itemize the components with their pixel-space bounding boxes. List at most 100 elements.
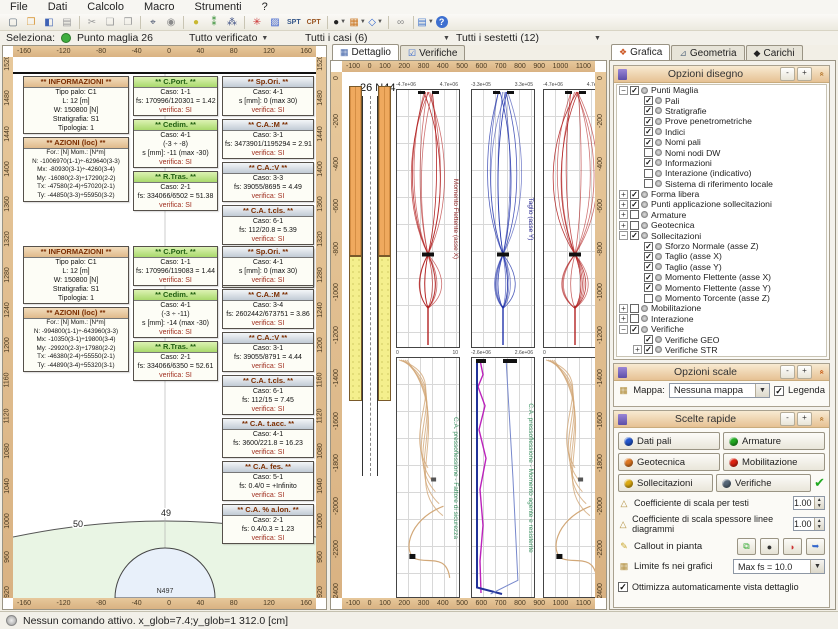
cases-filter-dropdown[interactable]: Tutti i casi (6)▼: [305, 32, 450, 44]
tab-carichi[interactable]: ◆Carichi: [746, 45, 803, 60]
coeff-line-spinner[interactable]: 1.00 ▲▼: [793, 517, 825, 531]
tree-checkbox[interactable]: [644, 179, 653, 188]
tree-checkbox[interactable]: ✓: [630, 190, 639, 199]
section-collapse-button[interactable]: «: [815, 413, 827, 426]
tree-item[interactable]: +✓Verifiche STR: [617, 345, 826, 355]
tree-item[interactable]: +Mobilitazione: [617, 303, 826, 313]
tree-checkbox[interactable]: [630, 304, 639, 313]
tree-item[interactable]: ✓Pali: [617, 95, 826, 105]
callout-option-3-button[interactable]: ◗: [783, 538, 802, 555]
help-icon[interactable]: ?: [436, 16, 448, 28]
tree-expander[interactable]: −: [619, 325, 628, 334]
tree-item[interactable]: ✓Verifiche GEO: [617, 334, 826, 344]
tree-expander[interactable]: +: [619, 190, 628, 199]
tree-expander[interactable]: +: [633, 345, 642, 354]
tree-item[interactable]: +Geotecnica: [617, 220, 826, 230]
tree-item[interactable]: Sistema di riferimento locale: [617, 179, 826, 189]
network-icon[interactable]: ✳: [249, 15, 265, 30]
menu-help[interactable]: ?: [260, 1, 270, 13]
tree-checkbox[interactable]: ✓: [644, 127, 653, 136]
quick-geotecnica-button[interactable]: Geotecnica: [618, 453, 720, 471]
callout-option-1-button[interactable]: ⧉: [737, 538, 756, 555]
image-icon[interactable]: ▨: [267, 15, 283, 30]
tree-checkbox[interactable]: ✓: [644, 262, 653, 271]
optimize-checkbox[interactable]: ✓: [618, 582, 628, 592]
menu-strumenti[interactable]: Strumenti: [193, 1, 244, 13]
quick-armature-button[interactable]: Armature: [723, 432, 825, 450]
tree-checkbox[interactable]: ✓: [644, 158, 653, 167]
nodes-menu-icon[interactable]: ◇▼: [368, 15, 384, 30]
tree-item[interactable]: ✓Stratigrafie: [617, 106, 826, 116]
tree-item[interactable]: ✓Sforzo Normale (asse Z): [617, 241, 826, 251]
spt-button[interactable]: SPT: [285, 15, 303, 30]
tree-checkbox[interactable]: ✓: [630, 200, 639, 209]
callout-option-2-button[interactable]: ●: [760, 538, 779, 555]
tree-item[interactable]: ✓Indici: [617, 127, 826, 137]
copy-icon[interactable]: ❏: [102, 15, 118, 30]
menu-macro[interactable]: Macro: [142, 1, 177, 13]
tree-expander[interactable]: +: [619, 210, 628, 219]
section-grow-button[interactable]: +: [797, 412, 812, 426]
tree-checkbox[interactable]: ✓: [644, 283, 653, 292]
section-collapse-button[interactable]: «: [815, 366, 827, 379]
save-icon[interactable]: ◧: [41, 15, 57, 30]
section-grow-button[interactable]: +: [797, 365, 812, 379]
fs-limit-select[interactable]: Max fs = 10.0▼: [733, 559, 825, 574]
tree-item[interactable]: +✓Punti applicazione sollecitazioni: [617, 199, 826, 209]
tree-item[interactable]: −✓Verifiche: [617, 324, 826, 334]
plan-view-canvas[interactable]: 504948N497 ** INFORMAZIONI **Tipo palo: …: [13, 57, 316, 598]
section-shrink-button[interactable]: -: [780, 365, 795, 379]
verified-filter-dropdown[interactable]: Tutto verificato▼: [189, 32, 299, 44]
tree-checkbox[interactable]: ✓: [644, 335, 653, 344]
tree-item[interactable]: −✓Punti Maglia: [617, 85, 826, 95]
open-icon[interactable]: ❐: [23, 15, 39, 30]
tree-expander[interactable]: −: [619, 86, 628, 95]
tree-item[interactable]: Nomi nodi DW: [617, 147, 826, 157]
layout-menu-icon[interactable]: ▤▼: [418, 15, 434, 30]
spin-down-icon[interactable]: ▼: [815, 524, 824, 530]
tree-item[interactable]: ✓Nomi pali: [617, 137, 826, 147]
tree-item[interactable]: ✓Momento Flettente (asse Y): [617, 282, 826, 292]
tree-checkbox[interactable]: ✓: [630, 325, 639, 334]
section-shrink-button[interactable]: -: [780, 412, 795, 426]
tree-checkbox[interactable]: ✓: [644, 138, 653, 147]
cpt-button[interactable]: CPT: [305, 15, 323, 30]
tree-checkbox[interactable]: ✓: [644, 242, 653, 251]
tree-checkbox[interactable]: [644, 169, 653, 178]
section-collapse-button[interactable]: «: [815, 68, 827, 81]
tree-item[interactable]: ✓Momento Flettente (asse X): [617, 272, 826, 282]
tab-grafica[interactable]: ❖Grafica: [611, 44, 670, 60]
callout-option-4-button[interactable]: ➥: [806, 538, 825, 555]
tree-item[interactable]: Interazione (indicativo): [617, 168, 826, 178]
tree-item[interactable]: −✓Sollecitazioni: [617, 230, 826, 240]
new-icon[interactable]: ▢: [5, 15, 21, 30]
tree-checkbox[interactable]: ✓: [644, 345, 653, 354]
tree-checkbox[interactable]: ✓: [644, 96, 653, 105]
menu-file[interactable]: File: [8, 1, 30, 13]
users-icon[interactable]: ⁑: [206, 15, 222, 30]
tree-expander[interactable]: −: [619, 231, 628, 240]
legend-checkbox[interactable]: ✓: [774, 386, 784, 396]
tree-checkbox[interactable]: ✓: [630, 231, 639, 240]
tree-checkbox[interactable]: [630, 210, 639, 219]
detail-canvas[interactable]: 26 N44 Momento Flettente (asse X)-4.7e+0…: [342, 72, 595, 598]
cut-icon[interactable]: ✂: [84, 15, 100, 30]
tree-checkbox[interactable]: ✓: [644, 252, 653, 261]
tree-expander[interactable]: +: [619, 221, 628, 230]
quick-verifiche-button[interactable]: Verifiche: [716, 474, 811, 492]
tab-dettaglio[interactable]: ▦Dettaglio: [332, 44, 399, 60]
tree-item[interactable]: ✓Taglio (asse Y): [617, 262, 826, 272]
print-icon[interactable]: ▤: [59, 15, 75, 30]
section-grow-button[interactable]: +: [797, 67, 812, 81]
tree-item[interactable]: ✓Informazioni: [617, 158, 826, 168]
coeff-text-spinner[interactable]: 1.00 ▲▼: [793, 496, 825, 510]
tree-checkbox[interactable]: [644, 294, 653, 303]
tree-checkbox[interactable]: ✓: [644, 273, 653, 282]
tree-item[interactable]: ✓Prove penetrometriche: [617, 116, 826, 126]
quick-sollecitazioni-button[interactable]: Sollecitazioni: [618, 474, 713, 492]
map-select[interactable]: Nessuna mappa▼: [669, 383, 770, 398]
tree-checkbox[interactable]: [630, 314, 639, 323]
menu-dati[interactable]: Dati: [46, 1, 70, 13]
quick-dati-pali-button[interactable]: Dati pali: [618, 432, 720, 450]
spin-down-icon[interactable]: ▼: [815, 503, 824, 509]
